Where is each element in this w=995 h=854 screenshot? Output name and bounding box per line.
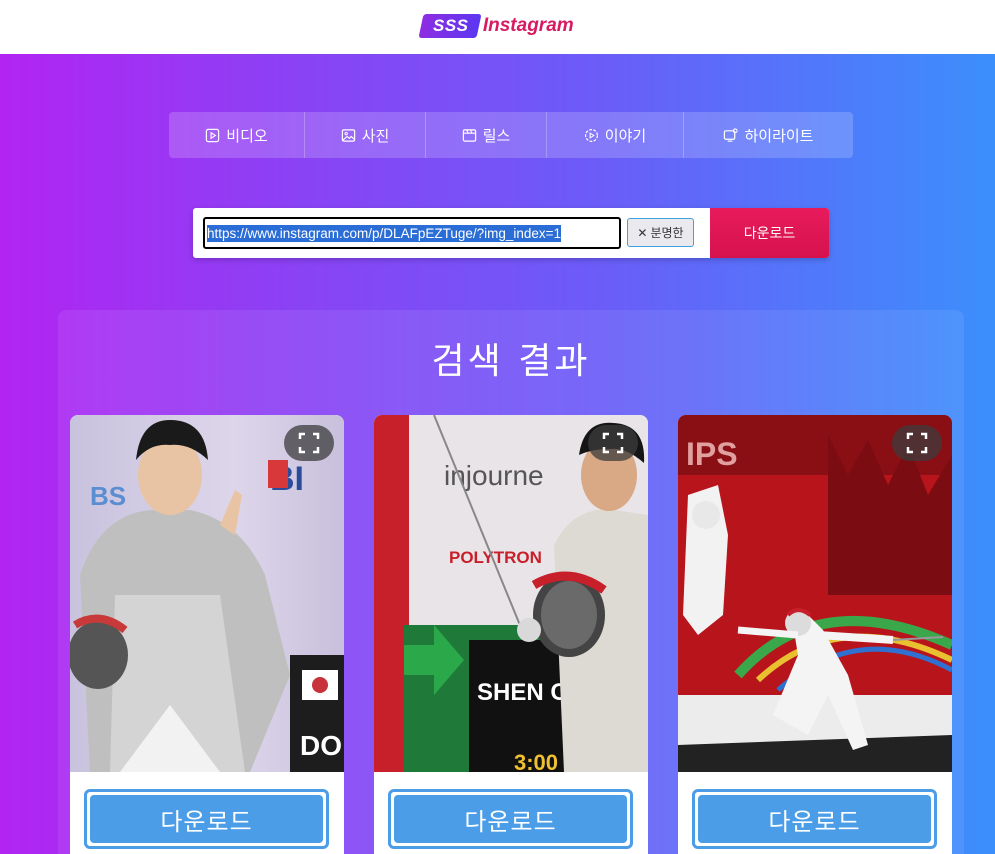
logo-badge: SSS <box>418 14 482 38</box>
expand-icon <box>602 432 624 454</box>
card-download-label: 다운로드 <box>90 795 323 843</box>
results-title: 검색 결과 <box>431 341 591 382</box>
card-download-button[interactable]: 다운로드 <box>388 789 633 849</box>
tab-label: 이야기 <box>604 126 647 145</box>
url-input[interactable]: https://www.instagram.com/p/DLAFpEZTuge/… <box>203 217 621 249</box>
top-bar: SSS Instagram <box>0 0 995 54</box>
tab-highlight[interactable]: 하이라이트 <box>684 112 853 158</box>
tab-photo[interactable]: 사진 <box>305 112 426 158</box>
fencer-smiling-image: BS BI one DO <box>70 415 344 772</box>
result-photo: SHEN Cho 3:00 injourne POLYTRON <box>374 415 648 772</box>
highlight-icon <box>724 127 739 142</box>
hero-section: 비디오 사진 릴스 이야기 하이라이트 https://www.instagra… <box>0 54 995 854</box>
fullscreen-button[interactable] <box>892 425 942 461</box>
clear-button[interactable]: ✕ 분명한 <box>627 218 694 247</box>
result-photo: IPS <box>678 415 952 772</box>
fencer-lunging-image: IPS <box>678 415 952 772</box>
expand-icon <box>298 432 320 454</box>
tab-reels[interactable]: 릴스 <box>426 112 547 158</box>
result-card: SHEN Cho 3:00 injourne POLYTRON 다운로드 <box>374 415 648 854</box>
result-card: BS BI one DO <box>70 415 344 854</box>
expand-icon <box>906 432 928 454</box>
tab-label: 비디오 <box>226 126 268 145</box>
card-download-label: 다운로드 <box>698 795 931 843</box>
card-download-button[interactable]: 다운로드 <box>84 789 329 849</box>
tab-story[interactable]: 이야기 <box>547 112 684 158</box>
svg-text:BS: BS <box>90 481 126 511</box>
results-panel: 검색 결과 BS BI one <box>58 310 964 854</box>
tab-label: 사진 <box>361 126 390 145</box>
image-icon <box>341 128 355 142</box>
story-icon <box>584 128 598 142</box>
card-download-label: 다운로드 <box>394 795 627 843</box>
url-value: https://www.instagram.com/p/DLAFpEZTuge/… <box>207 224 562 242</box>
result-card: IPS 다운로드 <box>678 415 952 854</box>
result-photo: BS BI one DO <box>70 415 344 772</box>
svg-text:DO: DO <box>300 730 342 761</box>
download-button[interactable]: 다운로드 <box>710 208 829 258</box>
svg-text:IPS: IPS <box>686 436 738 472</box>
search-form: https://www.instagram.com/p/DLAFpEZTuge/… <box>193 208 829 258</box>
fullscreen-button[interactable] <box>588 425 638 461</box>
fencer-with-mask-image: SHEN Cho 3:00 injourne POLYTRON <box>374 415 648 772</box>
video-icon <box>206 128 220 142</box>
clear-label: 분명한 <box>650 226 684 240</box>
svg-text:3:00: 3:00 <box>514 750 558 772</box>
fullscreen-button[interactable] <box>284 425 334 461</box>
card-download-button[interactable]: 다운로드 <box>692 789 937 849</box>
tab-video[interactable]: 비디오 <box>169 112 305 158</box>
tab-label: 릴스 <box>482 126 511 145</box>
media-type-tabs: 비디오 사진 릴스 이야기 하이라이트 <box>169 112 853 158</box>
tab-label: 하이라이트 <box>744 126 814 145</box>
logo-text: Instagram <box>482 15 574 36</box>
reels-icon <box>462 128 476 142</box>
site-logo[interactable]: SSS Instagram <box>418 14 574 38</box>
close-icon: ✕ <box>637 225 648 240</box>
